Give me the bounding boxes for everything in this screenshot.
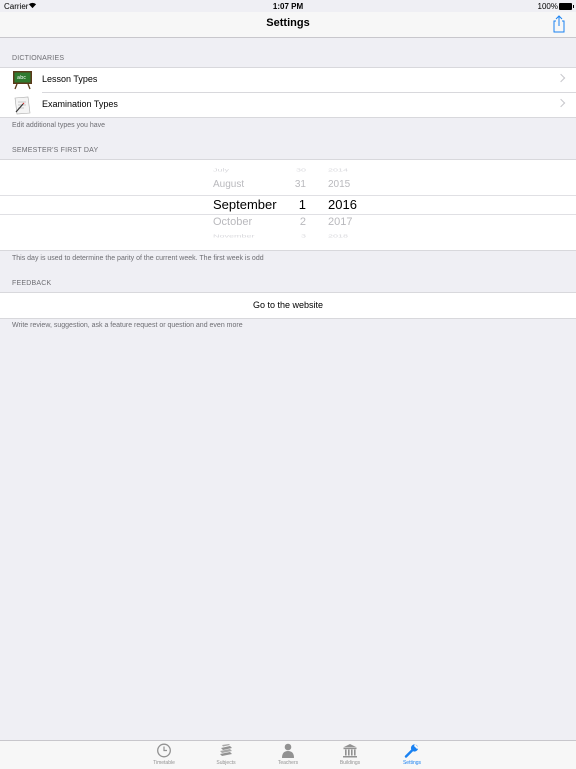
picker-month-item[interactable]: October bbox=[213, 216, 252, 228]
tab-label: Buildings bbox=[339, 760, 361, 766]
lesson-types-label: Lesson Types bbox=[42, 74, 98, 84]
tab-label: Subjects bbox=[216, 760, 236, 766]
svg-text:abc: abc bbox=[17, 75, 26, 81]
books-icon bbox=[220, 744, 232, 756]
date-picker[interactable]: July August September October November 3… bbox=[0, 159, 576, 251]
page-title: Settings bbox=[266, 17, 310, 29]
picker-year-item[interactable]: 2014 bbox=[328, 167, 348, 173]
picker-day-item[interactable]: 30 bbox=[280, 167, 306, 173]
picker-month-selected[interactable]: September bbox=[213, 197, 277, 212]
tab-label: Settings bbox=[402, 760, 422, 766]
tab-label: Timetable bbox=[153, 760, 175, 766]
share-icon[interactable] bbox=[552, 15, 566, 33]
semester-footer: This day is used to determine the parity… bbox=[12, 255, 264, 262]
dictionaries-group: abc Lesson Types Examination Types bbox=[0, 67, 576, 118]
person-icon bbox=[282, 743, 294, 758]
examination-types-label: Examination Types bbox=[42, 99, 118, 109]
picker-year-item[interactable]: 2018 bbox=[328, 233, 348, 239]
picker-year-item[interactable]: 2017 bbox=[328, 216, 352, 228]
picker-year-selected[interactable]: 2016 bbox=[328, 197, 357, 212]
chalkboard-icon: abc bbox=[13, 71, 32, 90]
picker-day-selected[interactable]: 1 bbox=[280, 197, 306, 212]
tab-teachers[interactable]: Teachers bbox=[268, 743, 308, 766]
tab-bar: Timetable Subjects Teachers Buildings Se… bbox=[0, 740, 576, 769]
tab-label: Teachers bbox=[277, 760, 299, 766]
picker-month-item[interactable]: November bbox=[213, 233, 255, 239]
lesson-types-row[interactable]: abc Lesson Types bbox=[0, 68, 576, 92]
feedback-group: Go to the website bbox=[0, 292, 576, 319]
tab-settings[interactable]: Settings bbox=[392, 743, 432, 766]
tab-subjects[interactable]: Subjects bbox=[206, 743, 246, 766]
picker-day-item[interactable]: 2 bbox=[280, 216, 306, 228]
go-to-website-button[interactable]: Go to the website bbox=[0, 300, 576, 310]
chevron-right-icon bbox=[556, 98, 566, 108]
building-icon bbox=[343, 744, 357, 758]
picker-day-item[interactable]: 3 bbox=[280, 233, 306, 239]
picker-year-item[interactable]: 2015 bbox=[328, 179, 350, 190]
battery-icon bbox=[559, 3, 574, 10]
picker-month-item[interactable]: August bbox=[213, 179, 244, 190]
clock-icon bbox=[157, 743, 171, 758]
navigation-bar: Settings bbox=[0, 12, 576, 38]
dictionaries-header: DICTIONARIES bbox=[12, 55, 65, 62]
feedback-header: FEEDBACK bbox=[12, 280, 52, 287]
wrench-icon bbox=[404, 744, 419, 758]
chevron-right-icon bbox=[556, 73, 566, 83]
status-bar: Carrier 1:07 PM 100% bbox=[0, 0, 576, 12]
picker-month-item[interactable]: July bbox=[213, 167, 229, 173]
examination-types-row[interactable]: Examination Types bbox=[14, 92, 576, 117]
status-time: 1:07 PM bbox=[272, 2, 304, 11]
exam-paper-icon bbox=[14, 96, 31, 115]
dictionaries-footer: Edit additional types you have bbox=[12, 122, 106, 129]
picker-day-item[interactable]: 31 bbox=[280, 179, 306, 190]
tab-buildings[interactable]: Buildings bbox=[330, 743, 370, 766]
feedback-footer: Write review, suggestion, ask a feature … bbox=[12, 322, 243, 329]
semester-header: SEMESTER'S FIRST DAY bbox=[12, 147, 99, 154]
tab-timetable[interactable]: Timetable bbox=[144, 743, 184, 766]
battery-percent: 100% bbox=[537, 2, 558, 11]
